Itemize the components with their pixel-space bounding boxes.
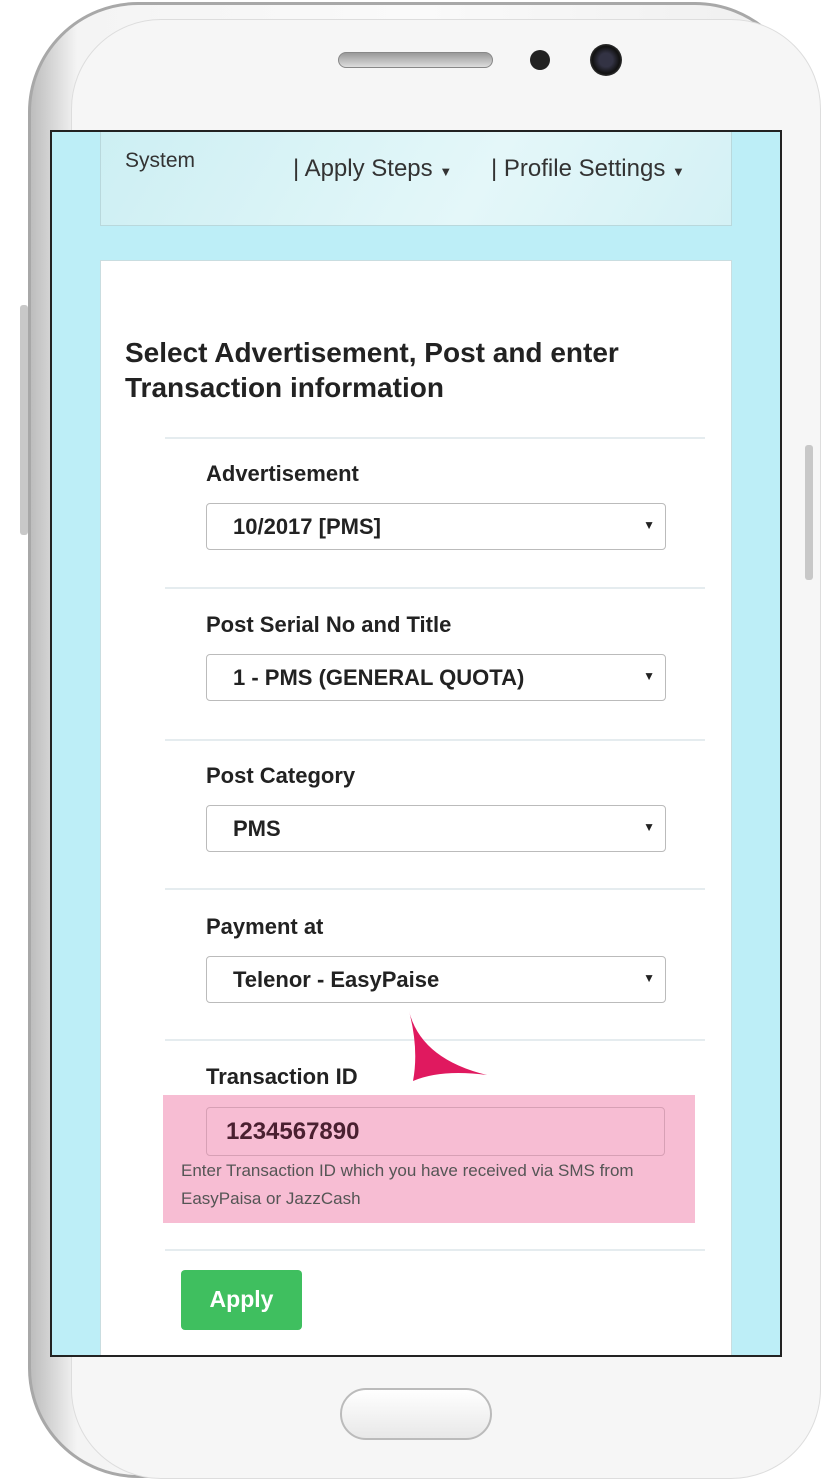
screen: System | Apply Steps ▼ | Profile Setting… <box>50 130 782 1357</box>
nav-label: Apply Steps <box>304 155 433 182</box>
select-value: PMS <box>233 816 281 841</box>
transaction-id-input[interactable]: 1234567890 <box>206 1107 665 1156</box>
caret-down-icon: ▼ <box>643 669 655 683</box>
divider <box>165 739 705 741</box>
transaction-highlight: 1234567890 Enter Transaction ID which yo… <box>163 1095 695 1223</box>
payment-label: Payment at <box>206 914 324 939</box>
speaker <box>338 52 493 68</box>
side-button <box>805 445 813 580</box>
caret-down-icon: ▼ <box>672 164 685 179</box>
post-select[interactable]: 1 - PMS (GENERAL QUOTA) ▼ <box>206 654 666 701</box>
home-button[interactable] <box>340 1388 492 1440</box>
transaction-help-text: Enter Transaction ID which you have rece… <box>181 1161 634 1208</box>
transaction-id-label: Transaction ID <box>206 1064 358 1089</box>
caret-down-icon: ▼ <box>643 971 655 985</box>
caret-down-icon: ▼ <box>439 164 453 179</box>
post-label: Post Serial No and Title <box>206 612 452 637</box>
caret-down-icon: ▼ <box>643 820 655 834</box>
apply-button[interactable]: Apply <box>181 1270 302 1330</box>
divider <box>165 888 705 890</box>
advertisement-select[interactable]: 10/2017 [PMS] ▼ <box>206 503 666 550</box>
caret-down-icon: ▼ <box>643 518 655 532</box>
nav-profile-settings[interactable]: | Profile Settings ▼ <box>491 155 685 183</box>
navbar: System | Apply Steps ▼ | Profile Setting… <box>100 132 732 226</box>
form-card: Select Advertisement, Post and enter Tra… <box>100 260 732 1355</box>
post-category-select[interactable]: PMS ▼ <box>206 805 666 852</box>
page-title: Select Advertisement, Post and enter Tra… <box>125 337 619 403</box>
side-button <box>20 305 28 535</box>
divider <box>165 1249 705 1251</box>
divider <box>165 587 705 589</box>
front-camera <box>590 44 622 76</box>
select-value: Telenor - EasyPaise <box>233 967 440 992</box>
select-value: 10/2017 [PMS] <box>233 514 381 539</box>
nav-apply-steps[interactable]: | Apply Steps ▼ <box>293 155 452 183</box>
pointer-arrow-icon <box>409 1011 487 1081</box>
brand: System <box>125 149 196 172</box>
advertisement-label: Advertisement <box>206 461 359 486</box>
post-category-label: Post Category <box>206 763 356 788</box>
sensor <box>530 50 550 70</box>
payment-select[interactable]: Telenor - EasyPaise ▼ <box>206 956 666 1003</box>
divider <box>165 437 705 439</box>
nav-label: Profile Settings <box>503 155 666 182</box>
select-value: 1 - PMS (GENERAL QUOTA) <box>233 665 525 690</box>
